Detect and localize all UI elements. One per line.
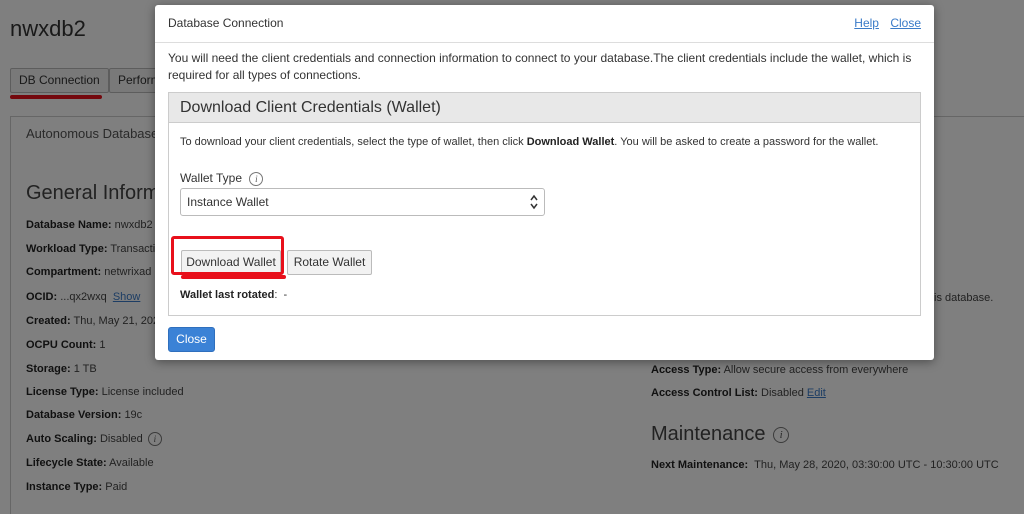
card-header: Download Client Credentials (Wallet) bbox=[169, 93, 920, 123]
dialog-header-links: Help Close bbox=[846, 16, 921, 30]
close-link[interactable]: Close bbox=[890, 16, 921, 30]
dialog-intro-text: You will need the client credentials and… bbox=[168, 51, 912, 82]
card-description: To download your client credentials, sel… bbox=[180, 136, 879, 148]
rotate-wallet-button[interactable]: Rotate Wallet bbox=[287, 250, 372, 275]
card-title: Download Client Credentials (Wallet) bbox=[180, 99, 441, 116]
wallet-type-label: Wallet Type i bbox=[180, 171, 264, 186]
wallet-last-rotated: Wallet last rotated: - bbox=[180, 289, 288, 301]
info-icon[interactable]: i bbox=[249, 171, 264, 186]
wallet-type-select[interactable]: Instance Wallet bbox=[180, 188, 545, 216]
wallet-type-value: Instance Wallet bbox=[187, 195, 269, 209]
dialog-header: Database Connection Help Close bbox=[155, 5, 934, 43]
dialog-title: Database Connection bbox=[168, 16, 284, 30]
help-link[interactable]: Help bbox=[854, 16, 879, 30]
chevron-updown-icon bbox=[530, 194, 538, 210]
download-wallet-underline-annotation bbox=[181, 275, 286, 279]
download-wallet-highlight-annotation bbox=[171, 236, 284, 275]
download-credentials-card: Download Client Credentials (Wallet) To … bbox=[168, 92, 921, 316]
close-button[interactable]: Close bbox=[168, 327, 215, 352]
database-connection-dialog: Database Connection Help Close You will … bbox=[155, 5, 934, 360]
